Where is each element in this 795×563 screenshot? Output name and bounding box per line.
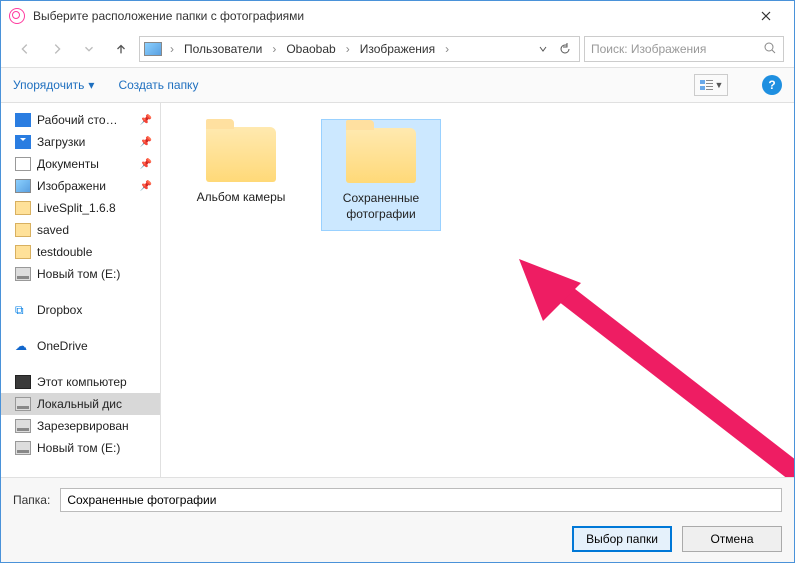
toolbar: Упорядочить ▾ Создать папку ▼ ? (1, 67, 794, 103)
navigation-pane[interactable]: Рабочий сто…📌 Загрузки📌 Документы📌 Изобр… (1, 103, 161, 477)
sidebar-item-local-disk[interactable]: Локальный дис (1, 393, 160, 415)
back-button[interactable] (11, 36, 39, 62)
crumb-pictures[interactable]: Изображения (356, 40, 439, 58)
pin-icon: 📌 (140, 137, 152, 148)
search-input[interactable] (591, 42, 763, 56)
chevron-right-icon: › (166, 42, 178, 56)
documents-icon (15, 157, 31, 171)
address-bar: › Пользователи › Obaobab › Изображения › (1, 31, 794, 67)
search-box[interactable] (584, 36, 784, 62)
chevron-down-icon: ▾ (88, 78, 94, 92)
organize-button[interactable]: Упорядочить ▾ (13, 78, 94, 92)
select-folder-button[interactable]: Выбор папки (572, 526, 672, 552)
drive-icon (15, 397, 31, 411)
sidebar-item-this-pc[interactable]: Этот компьютер (1, 371, 160, 393)
dialog-body: Рабочий сто…📌 Загрузки📌 Документы📌 Изобр… (1, 103, 794, 477)
forward-button[interactable] (43, 36, 71, 62)
folder-icon (206, 127, 276, 182)
folder-icon (346, 128, 416, 183)
app-icon (9, 8, 25, 24)
sidebar-item-desktop[interactable]: Рабочий сто…📌 (1, 109, 160, 131)
sidebar-item-livesplit[interactable]: LiveSplit_1.6.8 (1, 197, 160, 219)
help-button[interactable]: ? (762, 75, 782, 95)
search-icon (763, 41, 777, 58)
sidebar-item-dropbox[interactable]: ⧉Dropbox (1, 299, 160, 321)
folder-saved-photos[interactable]: Сохраненные фотографии (321, 119, 441, 231)
folder-icon (15, 245, 31, 259)
refresh-button[interactable] (555, 43, 575, 55)
window-title: Выберите расположение папки с фотография… (33, 9, 746, 23)
folder-name-input[interactable] (60, 488, 782, 512)
folder-picker-dialog: Выберите расположение папки с фотография… (0, 0, 795, 563)
sidebar-item-documents[interactable]: Документы📌 (1, 153, 160, 175)
pin-icon: 📌 (140, 159, 152, 170)
crumb-users[interactable]: Пользователи (180, 40, 266, 58)
folder-label: Альбом камеры (197, 190, 286, 206)
address-dropdown[interactable] (533, 44, 553, 54)
pin-icon: 📌 (140, 115, 152, 126)
new-folder-button[interactable]: Создать папку (118, 78, 198, 92)
chevron-right-icon: › (441, 42, 453, 56)
crumb-user[interactable]: Obaobab (282, 40, 339, 58)
drive-icon (15, 441, 31, 455)
pictures-icon (15, 179, 31, 193)
folder-view[interactable]: Альбом камеры Сохраненные фотографии (161, 103, 794, 477)
sidebar-item-volume-e-1[interactable]: Новый том (E:) (1, 263, 160, 285)
drive-icon (15, 419, 31, 433)
sidebar-item-pictures[interactable]: Изображени📌 (1, 175, 160, 197)
desktop-icon (15, 113, 31, 127)
close-button[interactable] (746, 2, 786, 30)
cancel-button[interactable]: Отмена (682, 526, 782, 552)
titlebar: Выберите расположение папки с фотография… (1, 1, 794, 31)
downloads-icon (15, 135, 31, 149)
dropbox-icon: ⧉ (15, 303, 31, 317)
sidebar-item-onedrive[interactable]: ☁OneDrive (1, 335, 160, 357)
view-options-button[interactable]: ▼ (694, 74, 728, 96)
sidebar-item-saved[interactable]: saved (1, 219, 160, 241)
chevron-right-icon: › (342, 42, 354, 56)
sidebar-item-volume-e-2[interactable]: Новый том (E:) (1, 437, 160, 459)
pin-icon: 📌 (140, 181, 152, 192)
pc-icon (15, 375, 31, 389)
bottom-bar: Папка: Выбор папки Отмена (1, 477, 794, 562)
annotation-arrow (501, 253, 794, 477)
chevron-right-icon: › (268, 42, 280, 56)
folder-icon (15, 201, 31, 215)
sidebar-item-reserved[interactable]: Зарезервирован (1, 415, 160, 437)
folder-camera-album[interactable]: Альбом камеры (181, 119, 301, 214)
onedrive-icon: ☁ (15, 339, 31, 353)
folder-label: Папка: (13, 493, 50, 507)
button-row: Выбор папки Отмена (13, 526, 782, 552)
sidebar-item-testdouble[interactable]: testdouble (1, 241, 160, 263)
folder-icon (15, 223, 31, 237)
folder-label: Сохраненные фотографии (326, 191, 436, 222)
sidebar-item-downloads[interactable]: Загрузки📌 (1, 131, 160, 153)
up-button[interactable] (107, 36, 135, 62)
folder-name-row: Папка: (13, 488, 782, 512)
pictures-icon (144, 42, 162, 56)
breadcrumb[interactable]: › Пользователи › Obaobab › Изображения › (139, 36, 580, 62)
drive-icon (15, 267, 31, 281)
recent-dropdown[interactable] (75, 36, 103, 62)
